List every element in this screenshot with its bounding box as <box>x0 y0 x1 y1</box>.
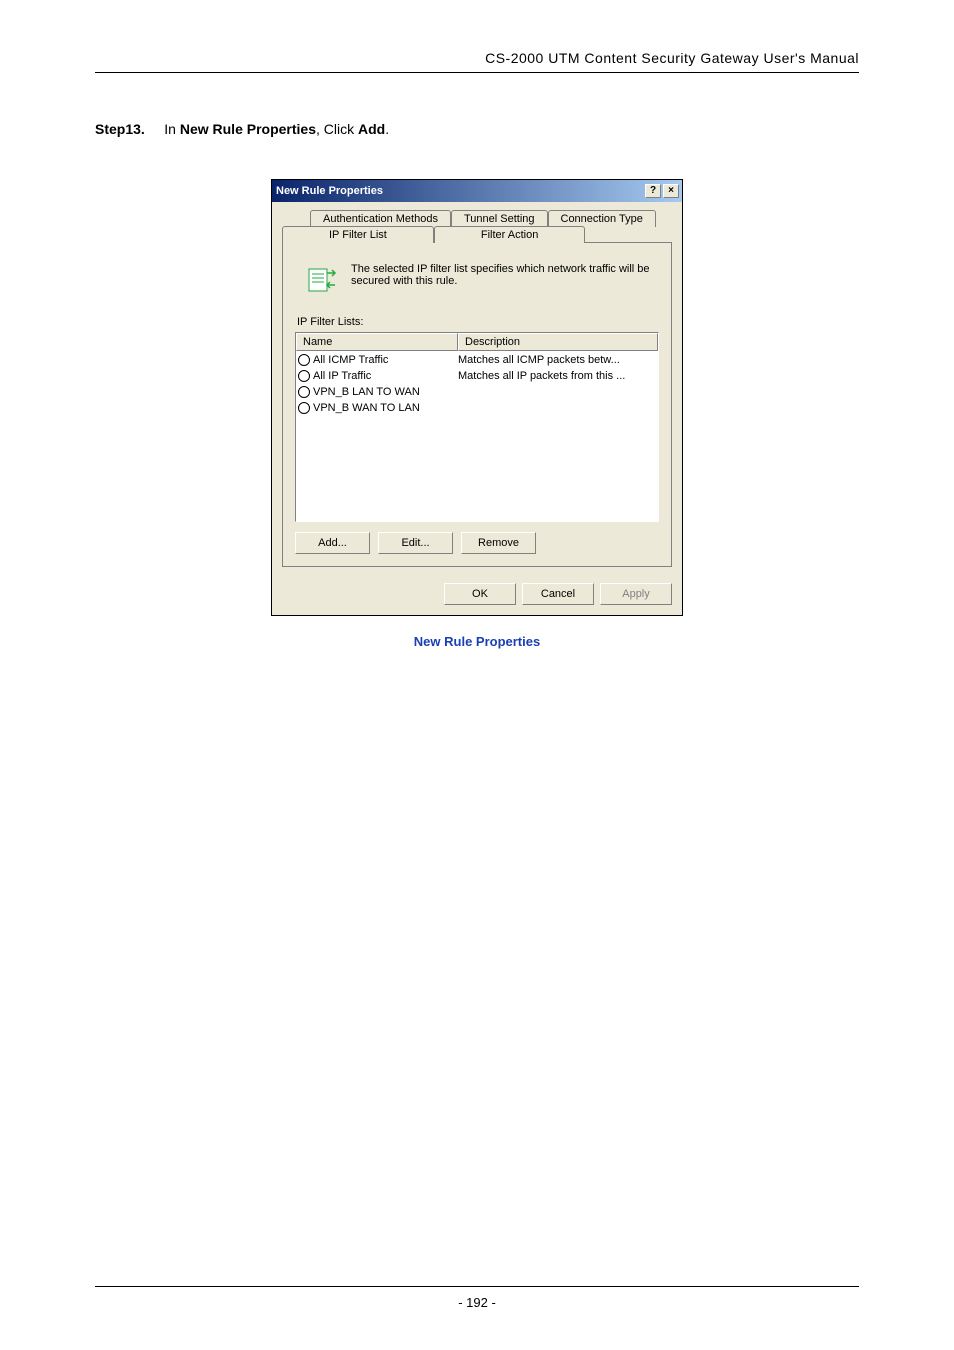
list-item[interactable]: VPN_B LAN TO WAN <box>298 384 656 400</box>
ok-button[interactable]: OK <box>444 583 516 605</box>
row-name: VPN_B WAN TO LAN <box>313 402 420 414</box>
column-description[interactable]: Description <box>458 333 658 351</box>
row-name: VPN_B LAN TO WAN <box>313 386 420 398</box>
add-button[interactable]: Add... <box>295 532 370 554</box>
titlebar-close-button[interactable]: × <box>663 184 679 198</box>
titlebar-help-button[interactable]: ? <box>645 184 661 198</box>
list-item[interactable]: VPN_B WAN TO LAN <box>298 400 656 416</box>
page-header: CS-2000 UTM Content Security Gateway Use… <box>95 50 859 66</box>
footer-rule <box>95 1286 859 1287</box>
step-text-mid: , Click <box>316 121 358 137</box>
ip-filter-lists-label: IP Filter Lists: <box>297 316 659 328</box>
tab-tunnel-setting[interactable]: Tunnel Setting <box>451 210 548 227</box>
dialog-titlebar[interactable]: New Rule Properties ? × <box>272 180 682 202</box>
list-item[interactable]: All IP Traffic Matches all IP packets fr… <box>298 368 656 384</box>
tab-filter-action[interactable]: Filter Action <box>434 226 585 243</box>
step-instruction: Step13. In New Rule Properties, Click Ad… <box>95 121 859 137</box>
row-name: All ICMP Traffic <box>313 354 388 366</box>
apply-button: Apply <box>600 583 672 605</box>
info-text: The selected IP filter list specifies wh… <box>351 263 651 287</box>
row-name: All IP Traffic <box>313 370 371 382</box>
ip-filter-listview[interactable]: Name Description All ICMP Traffic Matche… <box>295 332 659 522</box>
tab-authentication-methods[interactable]: Authentication Methods <box>310 210 451 227</box>
list-item[interactable]: All ICMP Traffic Matches all ICMP packet… <box>298 352 656 368</box>
step-text-pre: In <box>164 121 180 137</box>
dialog-new-rule-properties: New Rule Properties ? × Authentication M… <box>271 179 683 616</box>
page-footer: - 192 - <box>95 1286 859 1310</box>
step-text-bold2: Add <box>358 121 385 137</box>
figure-caption: New Rule Properties <box>95 634 859 649</box>
tab-connection-type[interactable]: Connection Type <box>548 210 656 227</box>
radio-icon[interactable] <box>298 354 310 366</box>
column-name[interactable]: Name <box>296 333 458 351</box>
dialog-title: New Rule Properties <box>276 185 383 197</box>
step-text-post: . <box>385 121 389 137</box>
remove-button[interactable]: Remove <box>461 532 536 554</box>
radio-icon[interactable] <box>298 386 310 398</box>
page-number: - 192 - <box>95 1295 859 1310</box>
step-text-bold1: New Rule Properties <box>180 121 316 137</box>
radio-icon[interactable] <box>298 402 310 414</box>
header-rule <box>95 72 859 73</box>
cancel-button[interactable]: Cancel <box>522 583 594 605</box>
tab-ip-filter-list[interactable]: IP Filter List <box>282 226 434 243</box>
edit-button[interactable]: Edit... <box>378 532 453 554</box>
tab-panel-ip-filter-list: The selected IP filter list specifies wh… <box>282 242 672 567</box>
filter-list-icon <box>305 263 337 298</box>
row-desc: Matches all ICMP packets betw... <box>458 354 656 366</box>
step-number: Step13. <box>95 121 145 137</box>
radio-icon[interactable] <box>298 370 310 382</box>
row-desc: Matches all IP packets from this ... <box>458 370 656 382</box>
